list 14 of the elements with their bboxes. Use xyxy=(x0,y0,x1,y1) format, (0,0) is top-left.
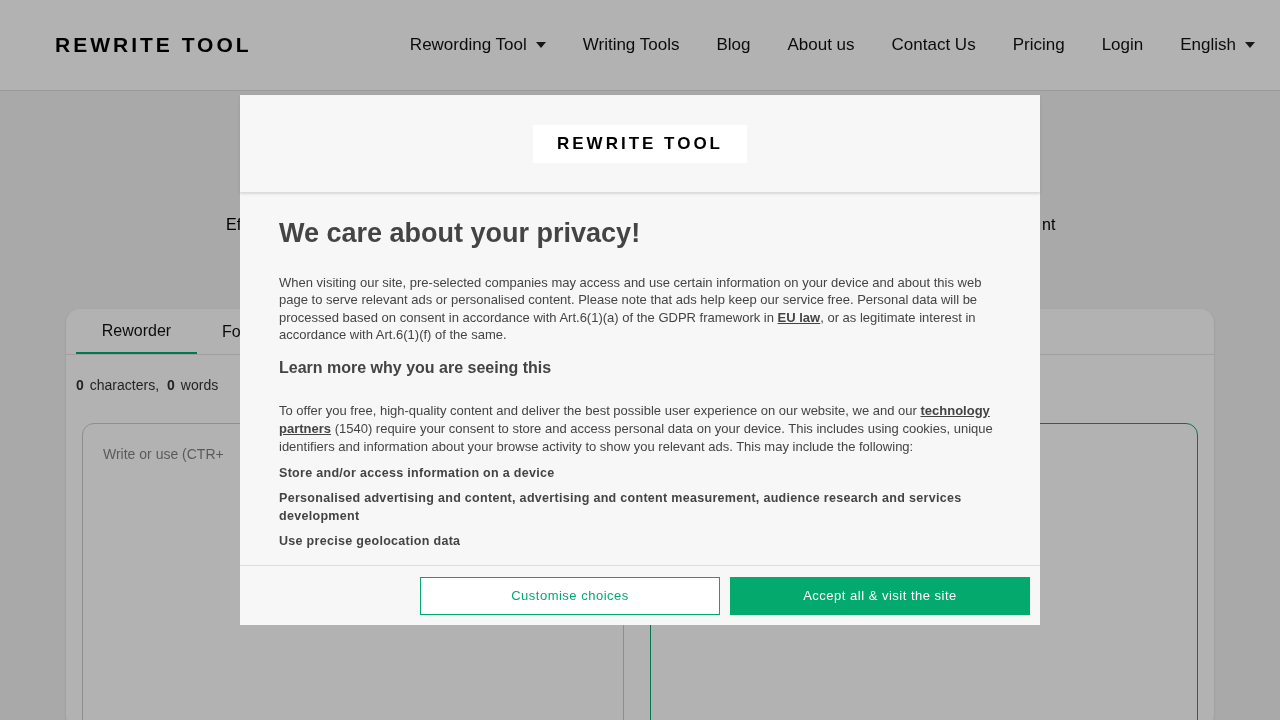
logo: REWRITE TOOL xyxy=(533,125,747,163)
dialog-title: We care about your privacy! xyxy=(279,217,642,250)
purpose-item: Use precise geolocation data xyxy=(279,532,462,550)
section-heading: Learn more why you are seeing this xyxy=(279,357,553,378)
details-paragraph: To offer you free, high-quality content and deliver the best possible user experience on our website, we and our technology partners (1540) require your consent to store and access personal data on your device. This includes using cookies, unique identifiers and information about your browse activity to show you relevant ads. This may include the following: xyxy=(279,401,994,456)
subtitle-text: nt xyxy=(1042,215,1056,235)
count-label: words xyxy=(180,375,219,395)
intro-paragraph: When visiting our site, pre-selected companies may access and use certain information on your device and about this web page to serve relevant ads or personalised content. Please note that ads help keep our service free. Personal data will be processed based on consent in accordance with Art.6(1)(a) of the GDPR framework in EU law, or as legitimate interest in accordance with Art.6(1)(f) of the same. xyxy=(279,273,983,344)
count-label: characters, xyxy=(89,375,160,395)
purpose-item: Personalised advertising and content, advertising and content measurement, audience research and services development xyxy=(279,489,963,525)
purpose-item: Store and/or access information on a device xyxy=(279,464,556,482)
count-value: 0 xyxy=(167,375,175,395)
count-value: 0 xyxy=(76,375,84,395)
subtitle-text: Ef xyxy=(226,215,242,235)
